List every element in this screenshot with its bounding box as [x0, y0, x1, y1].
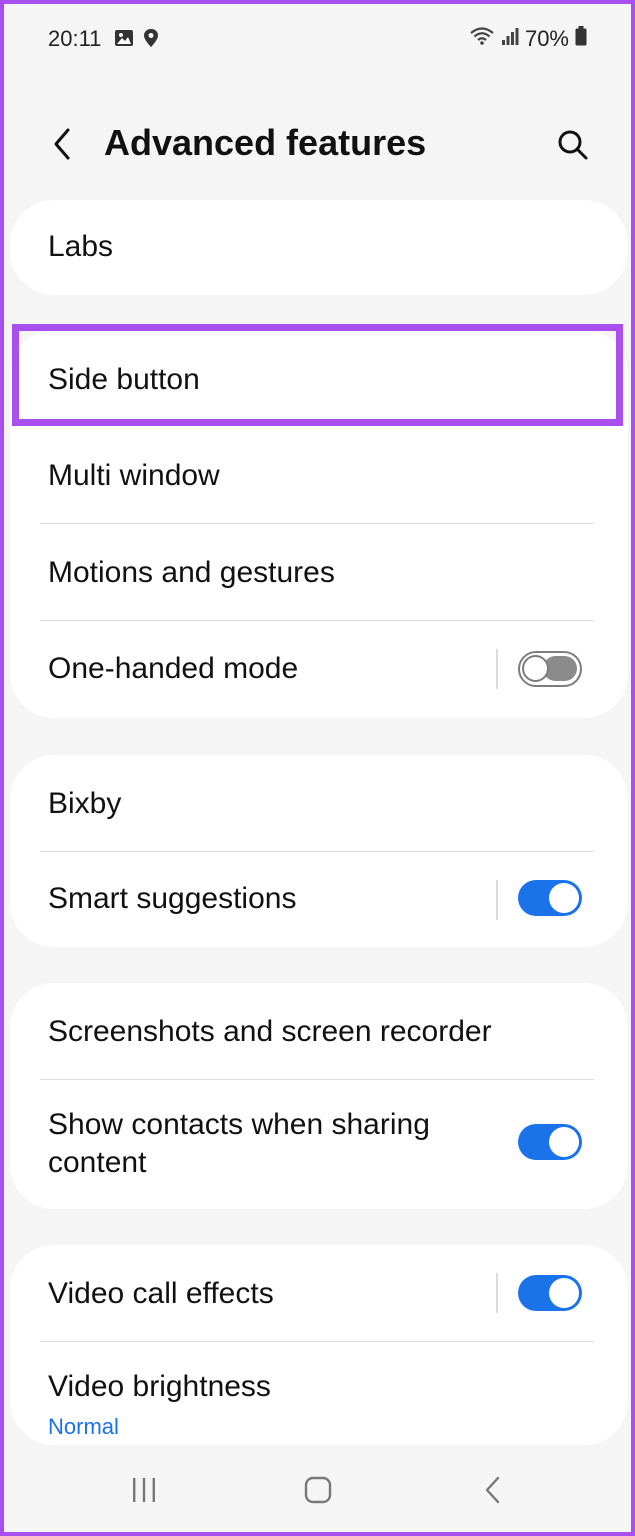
back-button[interactable]: [40, 122, 84, 166]
battery-icon: [575, 26, 587, 52]
status-bar: 20:11 70%: [0, 0, 635, 80]
search-icon: [558, 130, 588, 160]
vertical-separator: [496, 1273, 498, 1313]
video-call-toggle[interactable]: [518, 1275, 582, 1311]
card-video: Video call effects Video brightness Norm…: [10, 1245, 628, 1445]
list-item-motions-gestures[interactable]: Motions and gestures: [10, 524, 628, 621]
list-item-multi-window[interactable]: Multi window: [10, 427, 628, 524]
list-item-screenshots[interactable]: Screenshots and screen recorder: [10, 983, 628, 1080]
list-item-smart-suggestions[interactable]: Smart suggestions: [10, 852, 628, 947]
home-icon: [304, 1476, 332, 1504]
list-item-video-brightness[interactable]: Video brightness Normal: [10, 1342, 628, 1445]
show-contacts-label-line2: content: [48, 1146, 147, 1179]
page-title: Advanced features: [104, 122, 427, 163]
wifi-icon: [469, 26, 495, 52]
nav-back-button[interactable]: [468, 1470, 518, 1510]
list-item-show-contacts[interactable]: Show contacts when sharing content: [10, 1080, 628, 1209]
labs-label: Labs: [48, 230, 114, 263]
screenshots-label: Screenshots and screen recorder: [48, 1015, 492, 1048]
side-button-label: Side button: [48, 363, 200, 396]
recent-apps-icon: [133, 1478, 155, 1502]
toggle-knob: [522, 655, 549, 682]
video-brightness-value: Normal: [48, 1414, 119, 1439]
list-item-one-handed-mode[interactable]: One-handed mode: [10, 621, 628, 718]
battery-percent: 70%: [524, 26, 569, 51]
vertical-separator: [496, 649, 498, 689]
show-contacts-label-line1: Show contacts when sharing: [48, 1108, 430, 1141]
show-contacts-toggle[interactable]: [518, 1124, 582, 1160]
list-item-bixby[interactable]: Bixby: [10, 755, 628, 852]
motions-label: Motions and gestures: [48, 556, 335, 589]
toggle-knob: [549, 883, 579, 913]
card-sharing: Screenshots and screen recorder Show con…: [10, 983, 628, 1209]
recent-apps-button[interactable]: [119, 1470, 169, 1510]
navigation-bar: [0, 1450, 635, 1530]
smart-suggestions-label: Smart suggestions: [48, 882, 297, 915]
back-icon: [485, 1476, 500, 1504]
signal-icon: [501, 26, 519, 52]
card-labs: Labs: [10, 200, 628, 295]
status-time: 20:11: [48, 26, 102, 51]
card-system-features: Side button Multi window Motions and ges…: [10, 330, 628, 718]
multi-window-label: Multi window: [48, 459, 220, 492]
home-button[interactable]: [293, 1470, 343, 1510]
list-item-side-button[interactable]: Side button: [10, 330, 628, 427]
one-handed-label: One-handed mode: [48, 652, 299, 685]
bixby-label: Bixby: [48, 787, 122, 820]
vertical-separator: [496, 880, 498, 920]
toggle-knob: [549, 1278, 579, 1308]
video-brightness-label: Video brightness: [48, 1370, 271, 1403]
toggle-knob: [549, 1127, 579, 1157]
app-header: Advanced features: [0, 100, 635, 190]
location-pin-icon: [142, 28, 160, 53]
one-handed-toggle[interactable]: [518, 651, 582, 687]
search-button[interactable]: [550, 122, 596, 168]
smart-suggestions-toggle[interactable]: [518, 880, 582, 916]
list-item-video-call-effects[interactable]: Video call effects: [10, 1245, 628, 1342]
list-item-labs[interactable]: Labs: [10, 200, 628, 295]
gallery-icon: [114, 28, 134, 53]
video-call-label: Video call effects: [48, 1277, 274, 1310]
chevron-left-icon: [54, 128, 70, 160]
card-assistant: Bixby Smart suggestions: [10, 755, 628, 947]
